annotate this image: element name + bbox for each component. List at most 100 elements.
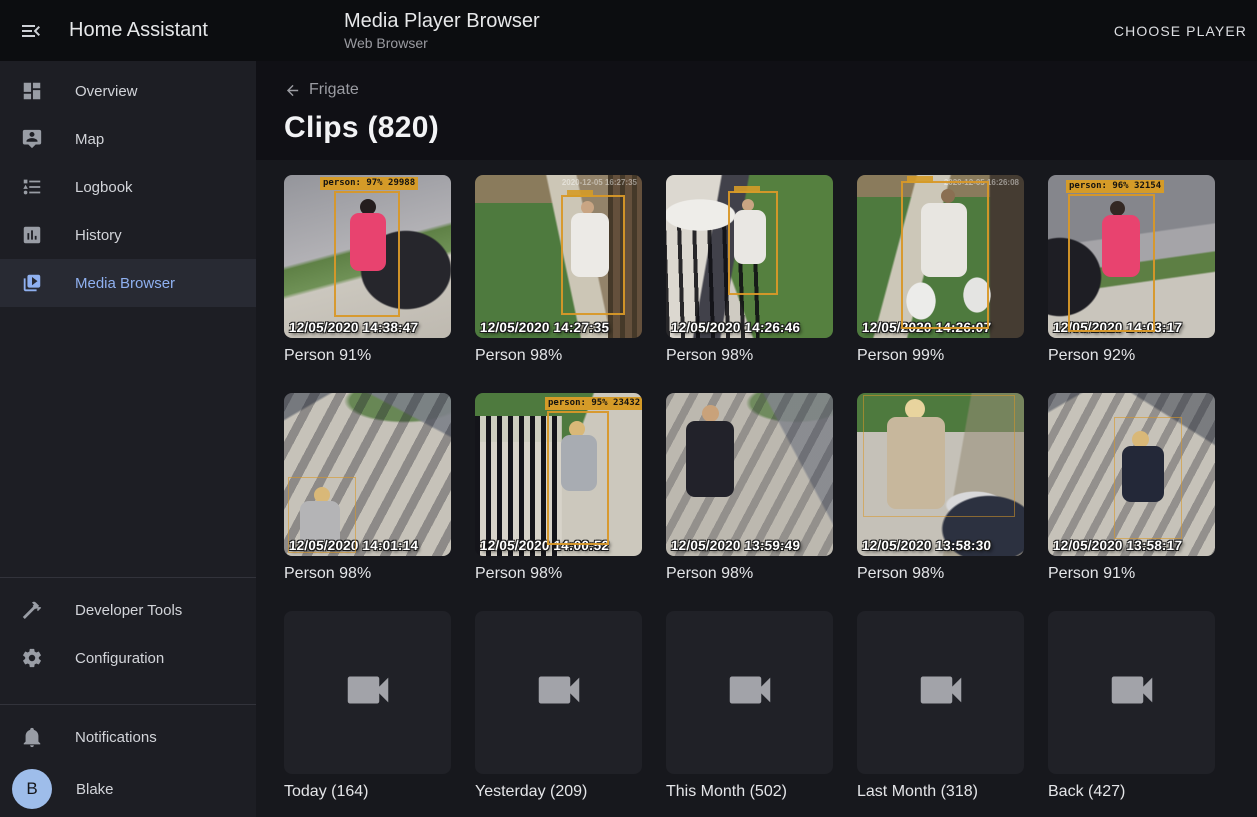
format-list-bulleted-icon — [21, 176, 43, 198]
folder-thumbnail — [666, 611, 833, 774]
clip-title: Person 98% — [284, 565, 451, 583]
folder-card-this-month[interactable]: This Month (502) — [666, 611, 833, 801]
folder-thumbnail — [475, 611, 642, 774]
sidebar-divider — [0, 577, 256, 578]
folder-thumbnail — [284, 611, 451, 774]
page-title: Clips (820) — [284, 111, 1229, 145]
clip-title: Person 98% — [666, 565, 833, 583]
chart-box-icon — [21, 224, 43, 246]
folder-card-yesterday[interactable]: Yesterday (209) — [475, 611, 642, 801]
page-header: Media Player Browser Web Browser — [344, 9, 540, 52]
top-bar: Home Assistant Media Player Browser Web … — [0, 0, 1257, 61]
clip-card[interactable]: 12/05/2020 13:59:49 Person 98% — [666, 393, 833, 583]
clip-title: Person 92% — [1048, 347, 1215, 365]
clip-card[interactable]: 12/05/2020 14:26:46 Person 98% — [666, 175, 833, 365]
hammer-icon — [21, 599, 43, 621]
clip-title: Person 98% — [475, 347, 642, 365]
detection-box — [863, 395, 1015, 517]
clip-title: Person 91% — [1048, 565, 1215, 583]
sidebar-item-map[interactable]: Map — [0, 115, 256, 163]
detection-box — [288, 477, 356, 553]
clip-thumbnail: person: 96% 32154 12/05/2020 14:03:17 — [1048, 175, 1215, 338]
detection-tag: person: 95% 23432 — [545, 397, 642, 410]
clip-title: Person 91% — [284, 347, 451, 365]
header-title: Media Player Browser — [344, 9, 540, 33]
sidebar-item-overview[interactable]: Overview — [0, 67, 256, 115]
detection-box — [728, 191, 778, 295]
clip-card[interactable]: 2020-12-05 16:27:35 12/05/2020 14:27:35 … — [475, 175, 642, 365]
sidebar-item-notifications[interactable]: Notifications — [0, 713, 256, 761]
sidebar-item-media-browser[interactable]: Media Browser — [0, 259, 256, 307]
sidebar-divider — [0, 704, 256, 705]
sidebar-item-history[interactable]: History — [0, 211, 256, 259]
sidebar-item-logbook[interactable]: Logbook — [0, 163, 256, 211]
detection-box — [901, 181, 989, 329]
gear-icon — [21, 647, 43, 669]
clip-timestamp: 12/05/2020 13:59:49 — [671, 538, 801, 553]
avatar: B — [12, 769, 52, 809]
detection-box — [1114, 417, 1182, 539]
sidebar-item-configuration[interactable]: Configuration — [0, 634, 256, 682]
clip-title: Person 99% — [857, 347, 1024, 365]
camera-timestamp: 2020-12-05 16:27:35 — [562, 178, 637, 187]
clip-title: Person 98% — [666, 347, 833, 365]
clip-timestamp: 12/05/2020 13:58:17 — [1053, 538, 1183, 553]
clip-timestamp: 12/05/2020 14:26:46 — [671, 320, 801, 335]
folder-thumbnail — [1048, 611, 1215, 774]
video-camera-icon — [341, 663, 395, 722]
clip-thumbnail: 12/05/2020 14:26:46 — [666, 175, 833, 338]
clip-card[interactable]: 12/05/2020 13:58:30 Person 98% — [857, 393, 1024, 583]
sidebar-spacer — [0, 307, 256, 577]
user-name: Blake — [76, 781, 114, 798]
detection-box — [334, 191, 400, 317]
clip-card[interactable]: person: 97% 29988 12/05/2020 14:38:47 Pe… — [284, 175, 451, 365]
sidebar-item-developer-tools[interactable]: Developer Tools — [0, 586, 256, 634]
clip-card[interactable]: 12/05/2020 13:58:17 Person 91% — [1048, 393, 1215, 583]
clip-thumbnail: 2020-12-05 16:26:08 12/05/2020 14:26:07 — [857, 175, 1024, 338]
arrow-left-icon — [284, 82, 301, 99]
sidebar: Overview Map Logbook History Media Brows… — [0, 61, 256, 817]
sidebar-item-user[interactable]: B Blake — [0, 761, 256, 817]
folder-card-last-month[interactable]: Last Month (318) — [857, 611, 1024, 801]
clip-card[interactable]: 2020-12-05 16:26:08 12/05/2020 14:26:07 … — [857, 175, 1024, 365]
video-camera-icon — [723, 663, 777, 722]
clip-title: Person 98% — [475, 565, 642, 583]
video-camera-icon — [532, 663, 586, 722]
clip-thumbnail: 12/05/2020 14:01:14 — [284, 393, 451, 556]
clip-card[interactable]: person: 95% 23432 12/05/2020 14:00:52 Pe… — [475, 393, 642, 583]
folder-title: Yesterday (209) — [475, 783, 642, 801]
clip-timestamp: 12/05/2020 14:27:35 — [480, 320, 610, 335]
folder-title: Back (427) — [1048, 783, 1215, 801]
clip-timestamp: 12/05/2020 13:58:30 — [862, 538, 992, 553]
folder-thumbnail — [857, 611, 1024, 774]
clip-card[interactable]: person: 96% 32154 12/05/2020 14:03:17 Pe… — [1048, 175, 1215, 365]
folder-title: Last Month (318) — [857, 783, 1024, 801]
menu-open-icon[interactable] — [19, 19, 43, 43]
breadcrumb-label: Frigate — [309, 81, 359, 99]
clips-grid: person: 97% 29988 12/05/2020 14:38:47 Pe… — [256, 160, 1257, 816]
choose-player-button[interactable]: CHOOSE PLAYER — [1104, 13, 1257, 49]
detection-tag: person: 97% 29988 — [320, 177, 418, 190]
view-dashboard-icon — [21, 80, 43, 102]
bell-icon — [21, 726, 43, 748]
tooltip-account-icon — [21, 128, 43, 150]
folder-card-back[interactable]: Back (427) — [1048, 611, 1215, 801]
clip-card[interactable]: 12/05/2020 14:01:14 Person 98% — [284, 393, 451, 583]
clip-thumbnail: person: 97% 29988 12/05/2020 14:38:47 — [284, 175, 451, 338]
detection-box — [561, 195, 625, 315]
clip-thumbnail: 2020-12-05 16:27:35 12/05/2020 14:27:35 — [475, 175, 642, 338]
clip-timestamp: 12/05/2020 14:38:47 — [289, 320, 419, 335]
sidebar-title: Home Assistant — [69, 19, 208, 42]
folder-title: Today (164) — [284, 783, 451, 801]
sidebar-header: Home Assistant — [0, 19, 256, 43]
clip-thumbnail: 12/05/2020 13:59:49 — [666, 393, 833, 556]
clip-thumbnail: 12/05/2020 13:58:17 — [1048, 393, 1215, 556]
folder-card-today[interactable]: Today (164) — [284, 611, 451, 801]
clip-thumbnail: 12/05/2020 13:58:30 — [857, 393, 1024, 556]
clip-thumbnail: person: 95% 23432 12/05/2020 14:00:52 — [475, 393, 642, 556]
person-figure — [702, 405, 719, 422]
breadcrumb-back[interactable]: Frigate — [284, 81, 359, 99]
detection-tag: person: 96% 32154 — [1066, 180, 1164, 193]
detection-box — [547, 411, 609, 545]
media-browser-content: Frigate Clips (820) person: 97% 29988 12… — [256, 61, 1257, 817]
